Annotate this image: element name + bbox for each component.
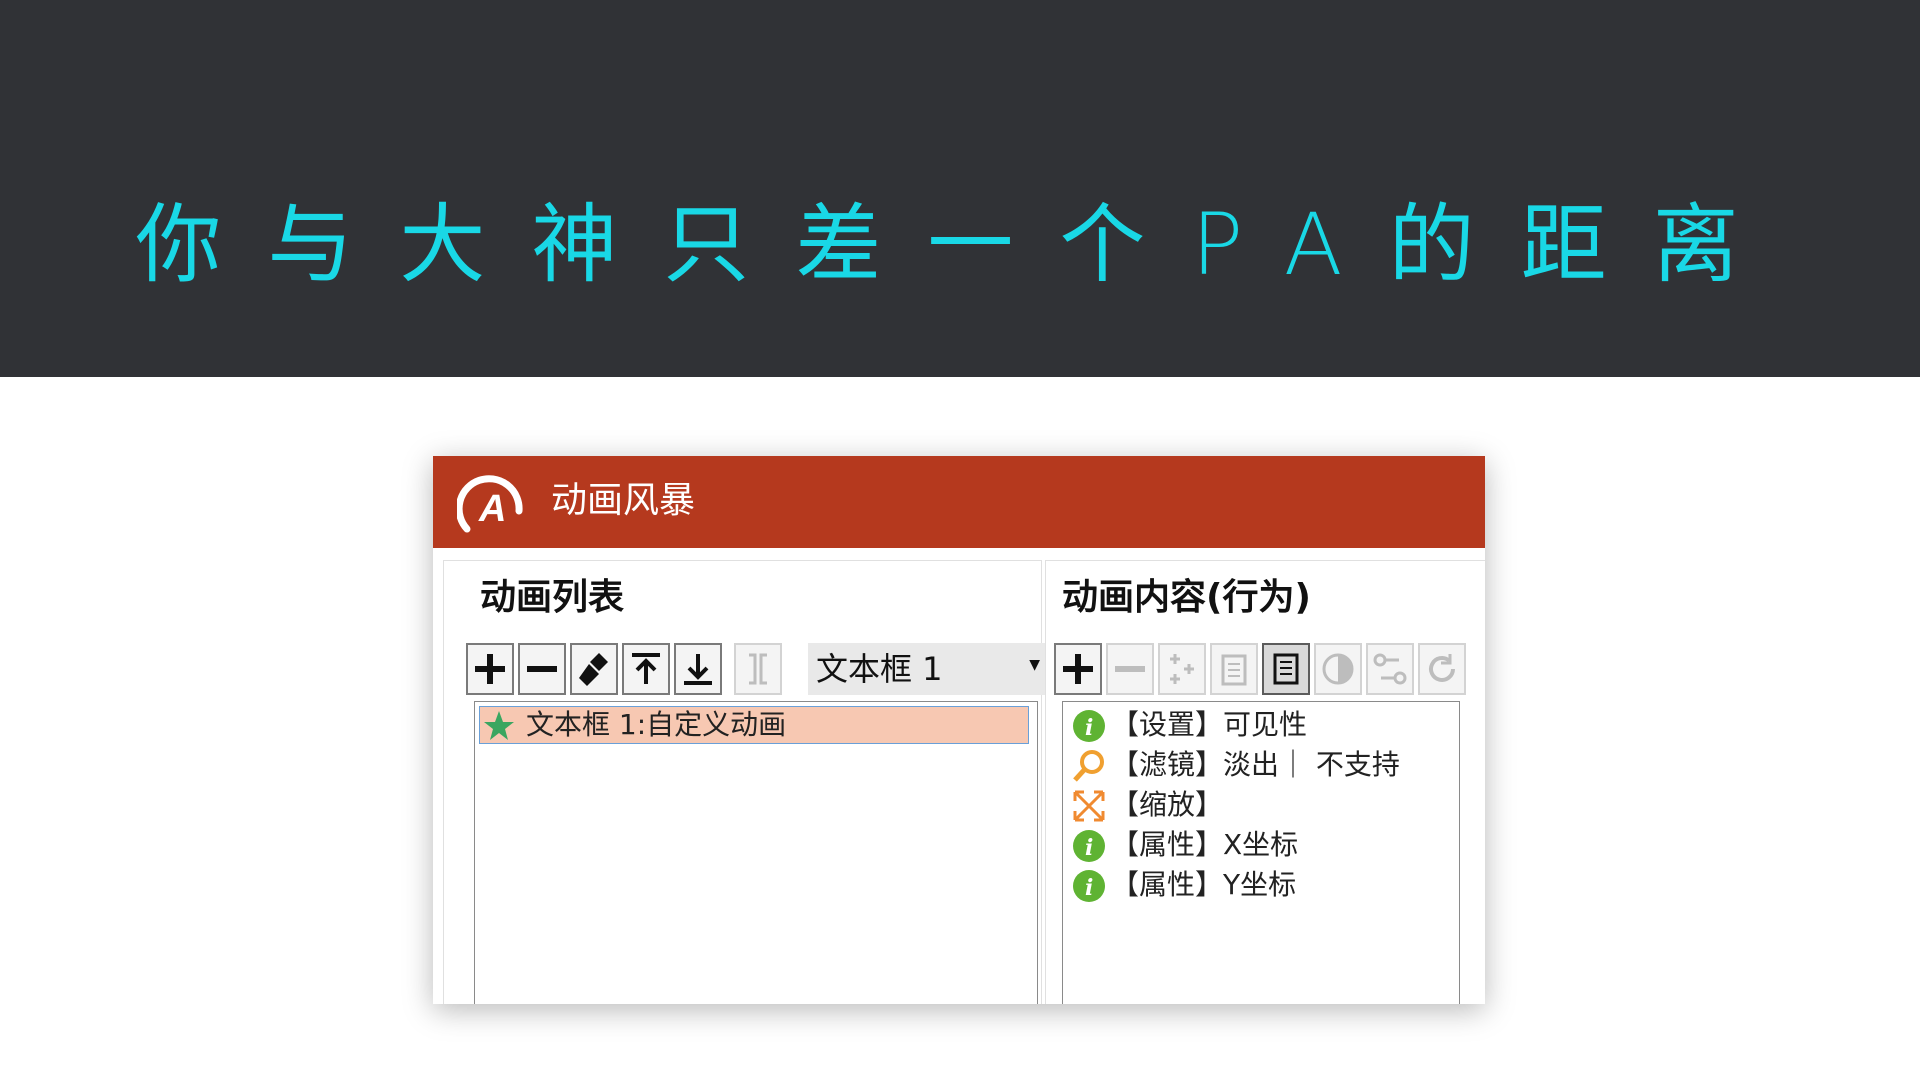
animation-content-pane: 动画内容(行为) i 【设置】可见性 【滤镜】淡出｜ 不支持 【缩放】 i 【属… (1045, 560, 1485, 1004)
remove-icon (527, 666, 557, 672)
app-logo-icon: A (457, 475, 523, 533)
sparkle-icon (1170, 654, 1194, 684)
path-button[interactable] (1366, 643, 1414, 695)
info-icon: i (1073, 710, 1105, 742)
action-label: 【滤镜】淡出｜ 不支持 (1111, 748, 1400, 781)
add-icon (475, 654, 505, 684)
bracket-button[interactable] (734, 643, 782, 695)
move-to-bottom-button[interactable] (674, 643, 722, 695)
window-title: 动画风暴 (551, 480, 696, 521)
brush-icon (579, 653, 608, 686)
refresh-button[interactable] (1418, 643, 1466, 695)
action-item[interactable]: i 【属性】X坐标 (1071, 826, 1461, 864)
add-action-button[interactable] (1054, 643, 1102, 695)
svg-text:i: i (1085, 715, 1093, 741)
clipboard-button[interactable] (1210, 643, 1258, 695)
svg-text:i: i (1085, 875, 1093, 901)
effects-button[interactable] (1158, 643, 1206, 695)
action-label: 【属性】X坐标 (1111, 828, 1299, 861)
list-item-label: 文本框 1:自定义动画 (526, 708, 787, 741)
remove-animation-button[interactable] (518, 643, 566, 695)
move-top-icon (632, 653, 660, 684)
animation-list[interactable]: 文本框 1:自定义动画 (474, 701, 1038, 1004)
star-icon (484, 711, 514, 740)
title-bar: A 动画风暴 (433, 456, 1485, 548)
target-select-value: 文本框 1 (816, 650, 943, 688)
move-bottom-icon (684, 654, 712, 685)
target-select[interactable]: 文本框 1 ▼ (808, 643, 1048, 695)
animation-list-pane: 动画列表 文本框 1 ▼ 文本框 1:自定义动画 (443, 560, 1048, 1004)
remove-icon (1115, 666, 1145, 672)
contrast-button[interactable] (1314, 643, 1362, 695)
move-to-top-button[interactable] (622, 643, 670, 695)
bracket-icon (749, 653, 767, 685)
action-item[interactable]: 【缩放】 (1071, 786, 1461, 824)
info-icon: i (1073, 870, 1105, 902)
remove-action-button[interactable] (1106, 643, 1154, 695)
document-icon (1273, 653, 1299, 685)
banner: 你与大神只差一个PA的距离 (0, 0, 1920, 377)
animation-list-title: 动画列表 (480, 577, 625, 618)
action-list[interactable]: i 【设置】可见性 【滤镜】淡出｜ 不支持 【缩放】 i 【属性】X坐标 i 【… (1062, 701, 1460, 1004)
path-icon (1373, 653, 1407, 685)
refresh-icon (1429, 654, 1455, 682)
clear-button[interactable] (570, 643, 618, 695)
svg-text:A: A (478, 488, 506, 530)
animation-content-title: 动画内容(行为) (1062, 577, 1311, 618)
info-icon: i (1073, 830, 1105, 862)
action-item[interactable]: i 【属性】Y坐标 (1071, 866, 1461, 904)
chevron-down-icon: ▼ (1029, 657, 1040, 673)
action-label: 【属性】Y坐标 (1111, 868, 1297, 901)
half-circle-icon (1322, 653, 1354, 685)
add-animation-button[interactable] (466, 643, 514, 695)
action-label: 【缩放】 (1111, 788, 1224, 821)
svg-text:i: i (1085, 835, 1093, 861)
action-label: 【设置】可见性 (1111, 708, 1308, 741)
magnifier-icon (1073, 750, 1104, 782)
add-icon (1063, 654, 1093, 684)
headline: 你与大神只差一个PA的距离 (135, 195, 1785, 295)
document-button[interactable] (1262, 643, 1310, 695)
action-item[interactable]: i 【设置】可见性 (1071, 706, 1461, 744)
action-item[interactable]: 【滤镜】淡出｜ 不支持 (1071, 746, 1461, 784)
clipboard-icon (1221, 654, 1247, 686)
animation-storm-window: A 动画风暴 动画列表 文本框 1 ▼ 文本框 1:自定义动画 动画内容(行为)… (433, 456, 1485, 1004)
list-item[interactable]: 文本框 1:自定义动画 (479, 706, 1029, 744)
scale-icon (1073, 790, 1105, 822)
